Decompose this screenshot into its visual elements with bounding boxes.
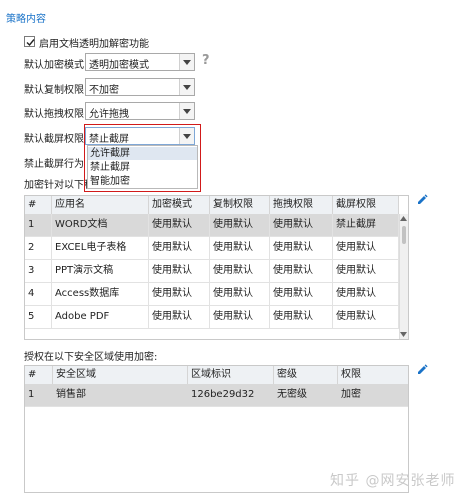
app-col-screen[interactable]: 截屏权限 xyxy=(333,196,399,214)
cell-app: EXCEL电子表格 xyxy=(52,237,149,259)
drag-perm-value: 允许拖拽 xyxy=(89,109,129,120)
table-row[interactable]: 1 销售部 126be29d32 无密级 加密 xyxy=(25,384,408,407)
cell-mode: 使用默认 xyxy=(149,283,210,305)
encrypt-mode-value: 透明加密模式 xyxy=(89,60,149,71)
cell-screen: 使用默认 xyxy=(333,260,399,282)
encrypt-mode-label: 默认加密模式 xyxy=(24,60,84,71)
drag-perm-label: 默认拖拽权限 xyxy=(24,109,84,120)
help-icon[interactable]: ? xyxy=(202,53,210,68)
copy-perm-value: 不加密 xyxy=(89,85,119,96)
cell-perm: 加密 xyxy=(341,389,361,400)
cell-copy: 使用默认 xyxy=(210,260,270,282)
app-col-mode[interactable]: 加密模式 xyxy=(149,196,210,214)
cell-area-id: 126be29d32 xyxy=(191,389,255,400)
scroll-up-icon[interactable] xyxy=(400,216,407,221)
zone-col-id[interactable]: 区域标识 xyxy=(188,366,274,384)
cell-drag: 使用默认 xyxy=(270,214,333,236)
check-icon xyxy=(26,39,35,47)
table-row[interactable]: 2 EXCEL电子表格 使用默认 使用默认 使用默认 使用默认 xyxy=(25,237,399,260)
scroll-thumb[interactable] xyxy=(402,226,406,244)
edit-pencil-icon[interactable] xyxy=(416,194,428,206)
table-row[interactable]: 3 PPT演示文稿 使用默认 使用默认 使用默认 使用默认 xyxy=(25,260,399,283)
cell-drag: 使用默认 xyxy=(270,260,333,282)
app-table-scrollbar[interactable] xyxy=(399,214,408,339)
app-col-drag[interactable]: 拖拽权限 xyxy=(270,196,333,214)
zone-col-level[interactable]: 密级 xyxy=(274,366,338,384)
app-table: # 应用名 加密模式 复制权限 拖拽权限 截屏权限 1 WORD文档 使用默认 … xyxy=(24,195,409,340)
edit-pencil-icon[interactable] xyxy=(416,364,428,376)
cell-app: PPT演示文稿 xyxy=(52,260,149,282)
highlight-box xyxy=(84,124,201,192)
cell-copy: 使用默认 xyxy=(210,306,270,328)
cell-mode: 使用默认 xyxy=(149,306,210,328)
cell-drag: 使用默认 xyxy=(270,306,333,328)
encrypt-mode-select[interactable]: 透明加密模式 xyxy=(85,53,195,71)
cell-drag: 使用默认 xyxy=(270,283,333,305)
app-col-name[interactable]: 应用名 xyxy=(52,196,149,214)
cell-index: 1 xyxy=(28,389,35,400)
zone-section-label: 授权在以下安全区域使用加密: xyxy=(24,352,158,363)
app-col-index[interactable]: # xyxy=(25,196,52,214)
cell-index: 5 xyxy=(25,306,52,328)
drag-perm-select[interactable]: 允许拖拽 xyxy=(85,102,195,120)
cell-mode: 使用默认 xyxy=(149,237,210,259)
chevron-down-icon[interactable] xyxy=(179,54,194,70)
cell-app: Adobe PDF xyxy=(52,306,149,328)
cell-index: 1 xyxy=(25,214,52,236)
table-row[interactable]: 1 WORD文档 使用默认 使用默认 使用默认 禁止截屏 xyxy=(25,214,399,237)
cell-mode: 使用默认 xyxy=(149,260,210,282)
print-perm-label: 禁止截屏行为 xyxy=(24,159,84,170)
cell-app: WORD文档 xyxy=(52,214,149,236)
zone-col-index[interactable]: # xyxy=(25,366,53,384)
cell-screen: 禁止截屏 xyxy=(333,214,399,236)
chevron-down-icon[interactable] xyxy=(179,103,194,119)
cell-drag: 使用默认 xyxy=(270,237,333,259)
watermark: 知乎 @网安张老师 xyxy=(330,473,456,489)
cell-copy: 使用默认 xyxy=(210,237,270,259)
cell-mode: 使用默认 xyxy=(149,214,210,236)
zone-col-perm[interactable]: 权限 xyxy=(338,366,408,384)
cell-app: Access数据库 xyxy=(52,283,149,305)
scroll-down-icon[interactable] xyxy=(400,332,407,337)
cell-index: 4 xyxy=(25,283,52,305)
app-col-copy[interactable]: 复制权限 xyxy=(210,196,270,214)
table-row[interactable]: 5 Adobe PDF 使用默认 使用默认 使用默认 使用默认 xyxy=(25,306,399,329)
zone-col-area[interactable]: 安全区域 xyxy=(53,366,188,384)
cell-level: 无密级 xyxy=(277,389,307,400)
cell-screen: 使用默认 xyxy=(333,306,399,328)
enable-decrypt-label: 启用文档透明加解密功能 xyxy=(39,39,149,50)
screenshot-perm-label: 默认截屏权限 xyxy=(24,134,84,145)
cell-copy: 使用默认 xyxy=(210,283,270,305)
cell-copy: 使用默认 xyxy=(210,214,270,236)
copy-perm-select[interactable]: 不加密 xyxy=(85,78,195,96)
table-row[interactable]: 4 Access数据库 使用默认 使用默认 使用默认 使用默认 xyxy=(25,283,399,306)
app-table-header: # 应用名 加密模式 复制权限 拖拽权限 截屏权限 xyxy=(25,196,399,215)
cell-index: 3 xyxy=(25,260,52,282)
copy-perm-label: 默认复制权限 xyxy=(24,85,84,96)
cell-screen: 使用默认 xyxy=(333,283,399,305)
zone-table-header: # 安全区域 区域标识 密级 权限 xyxy=(25,366,408,385)
section-title: 策略内容 xyxy=(6,14,46,25)
enable-decrypt-checkbox[interactable] xyxy=(24,36,35,47)
cell-index: 2 xyxy=(25,237,52,259)
cell-screen: 使用默认 xyxy=(333,237,399,259)
chevron-down-icon[interactable] xyxy=(179,79,194,95)
cell-area: 销售部 xyxy=(56,389,86,400)
